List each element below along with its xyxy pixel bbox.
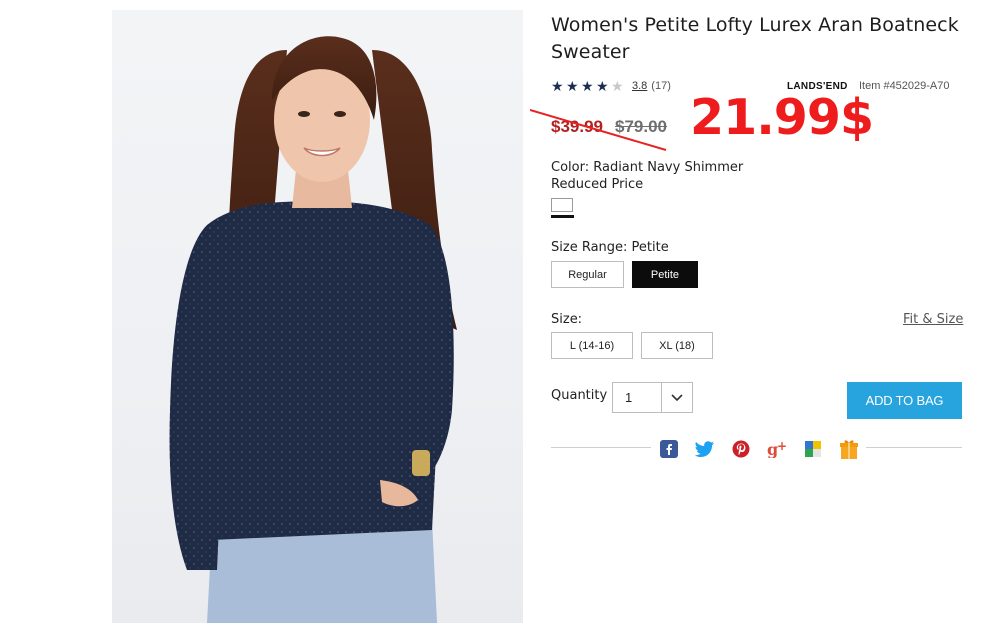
star-icon: ★ — [551, 78, 564, 94]
star-icon: ★ — [581, 78, 594, 94]
svg-text:+: + — [777, 440, 787, 453]
rating[interactable]: ★ ★ ★ ★ ★ 3.8 (17) — [551, 78, 671, 94]
delicious-icon[interactable] — [803, 439, 823, 459]
product-image[interactable] — [112, 10, 523, 623]
handdrawn-strike-line — [530, 109, 667, 151]
product-photo-illustration — [169, 36, 457, 623]
star-empty-icon: ★ — [611, 78, 624, 94]
rating-value-link[interactable]: 3.8 — [632, 80, 647, 92]
pinterest-icon[interactable] — [731, 439, 751, 459]
quantity-value: 1 — [625, 390, 633, 405]
star-icon: ★ — [596, 78, 609, 94]
share-divider-left — [551, 447, 651, 448]
size-xl-button[interactable]: XL (18) — [641, 332, 713, 359]
size-l-button[interactable]: L (14-16) — [551, 332, 633, 359]
reduced-price-label: Reduced Price — [551, 177, 644, 192]
fit-size-link[interactable]: Fit & Size — [903, 312, 963, 327]
chevron-down-icon[interactable] — [661, 383, 692, 412]
swatch-selected-indicator — [551, 215, 574, 218]
size-range-regular-button[interactable]: Regular — [551, 261, 624, 288]
share-divider-right — [866, 447, 962, 448]
add-to-bag-button[interactable]: ADD TO BAG — [847, 382, 962, 419]
share-icons: g + — [659, 439, 859, 459]
quantity-select[interactable]: 1 — [612, 382, 693, 413]
google-plus-icon[interactable]: g + — [767, 439, 787, 459]
quantity-label: Quantity — [551, 388, 608, 403]
review-count: (17) — [651, 80, 671, 92]
size-label: Size: — [551, 312, 583, 327]
size-range-petite-button[interactable]: Petite — [632, 261, 698, 288]
promo-price-annotation: 21.99$ — [690, 89, 874, 146]
star-icon: ★ — [566, 78, 579, 94]
product-title: Women's Petite Lofty Lurex Aran Boatneck… — [551, 14, 959, 63]
color-label: Color: Radiant Navy Shimmer — [551, 160, 744, 175]
twitter-icon[interactable] — [695, 439, 715, 459]
size-range-label: Size Range: Petite — [551, 240, 669, 255]
color-swatch[interactable] — [551, 198, 573, 212]
gift-icon[interactable] — [839, 439, 859, 459]
facebook-icon[interactable] — [659, 439, 679, 459]
